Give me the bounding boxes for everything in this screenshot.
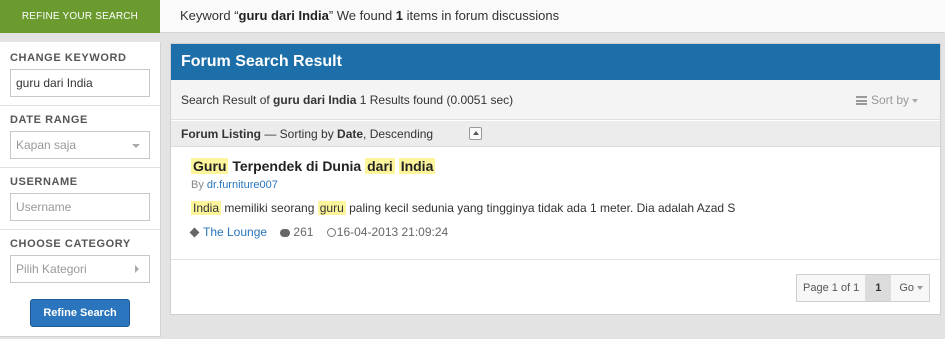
chevron-down-icon — [132, 144, 140, 148]
sort-by-dropdown[interactable]: Sort by — [855, 93, 918, 107]
username-label: USERNAME — [10, 176, 78, 188]
keyword-section: CHANGE KEYWORD guru dari India — [0, 42, 160, 106]
summary-suffix: items in forum discussions — [403, 8, 560, 23]
page-button-current[interactable]: 1 — [866, 275, 891, 301]
forum-listing-bar: Forum Listing — Sorting by Date, Descend… — [171, 121, 940, 147]
author-link[interactable]: dr.furniture007 — [207, 179, 278, 191]
collapse-toggle-icon[interactable] — [469, 127, 482, 140]
snippet-text: paling kecil sedunia yang tingginya tida… — [349, 201, 736, 215]
highlight-term: India — [398, 158, 436, 174]
result-title-link[interactable]: Guru Terpendek di Dunia dari India — [191, 158, 436, 174]
category-select[interactable]: Pilih Kategori — [10, 255, 150, 283]
summary-prefix: Keyword “ — [180, 8, 239, 23]
reply-count: 261 — [293, 225, 314, 239]
result-summary-text: Search Result of guru dari India 1 Resul… — [181, 93, 513, 107]
category-value: Pilih Kategori — [16, 262, 87, 276]
go-to-page-dropdown[interactable]: Go — [890, 275, 929, 301]
username-section: USERNAME Username — [0, 168, 160, 230]
clock-icon — [326, 228, 336, 238]
title-text: Terpendek di Dunia — [232, 158, 362, 174]
summary-count: 1 — [395, 8, 404, 23]
author-prefix: By — [191, 179, 207, 191]
date-meta: 16-04-2013 21:09:24 — [326, 225, 449, 239]
highlight-term: dari — [365, 158, 395, 174]
result-summary-bar: Search Result of guru dari India 1 Resul… — [171, 80, 940, 120]
date-range-section: DATE RANGE Kapan saja — [0, 106, 160, 168]
listing-sort-order: , Descending — [363, 127, 434, 141]
refine-search-button[interactable]: Refine Search — [30, 299, 130, 327]
username-input[interactable]: Username — [10, 193, 150, 221]
chevron-right-icon — [135, 265, 139, 273]
category-label: CHOOSE CATEGORY — [10, 238, 131, 250]
list-item: Guru Terpendek di Dunia dari India By dr… — [171, 148, 940, 260]
result-prefix: Search Result of — [181, 93, 274, 107]
date-range-select[interactable]: Kapan saja — [10, 131, 150, 159]
date-range-value: Kapan saja — [16, 138, 77, 152]
listing-sep: — Sorting by — [261, 127, 338, 141]
refine-search-tab[interactable]: REFINE YOUR SEARCH — [0, 0, 160, 33]
list-icon — [855, 96, 867, 106]
result-keyword: guru dari India — [273, 93, 357, 107]
listing-sort-info: Forum Listing — Sorting by Date, Descend… — [181, 127, 433, 141]
category-link[interactable]: The Lounge — [203, 225, 267, 239]
result-snippet: India memiliki seorang guru paling kecil… — [191, 201, 735, 215]
search-results-panel: Forum Search Result Search Result of gur… — [170, 43, 941, 315]
summary-keyword: guru dari India — [238, 8, 329, 23]
listing-title: Forum Listing — [181, 127, 261, 141]
result-author: By dr.furniture007 — [191, 179, 278, 191]
comment-icon — [280, 228, 291, 237]
category-section: CHOOSE CATEGORY Pilih Kategori — [0, 230, 160, 292]
sort-by-label: Sort by — [870, 93, 909, 107]
page-info: Page 1 of 1 — [797, 275, 867, 301]
chevron-down-icon — [917, 286, 923, 291]
panel-title: Forum Search Result — [171, 44, 940, 80]
go-label: Go — [899, 282, 914, 294]
keyword-label: CHANGE KEYWORD — [10, 52, 127, 64]
snippet-text: memiliki seorang — [224, 201, 315, 215]
category-meta: The Lounge — [189, 225, 267, 239]
listing-sort-field: Date — [337, 127, 364, 141]
chevron-down-icon — [912, 98, 918, 103]
result-count: 1 Results found (0.0051 sec) — [356, 93, 514, 107]
keyword-summary: Keyword “guru dari India” We found 1 ite… — [180, 0, 559, 32]
refine-sidebar: CHANGE KEYWORD guru dari India DATE RANG… — [0, 42, 161, 337]
top-bar: REFINE YOUR SEARCH Keyword “guru dari In… — [0, 0, 945, 33]
summary-middle: ” We found — [328, 8, 396, 23]
date-range-label: DATE RANGE — [10, 114, 88, 126]
result-meta: The Lounge 261 16-04-2013 21:09:24 — [189, 225, 458, 239]
replies-meta: 261 — [280, 225, 313, 239]
post-date: 16-04-2013 21:09:24 — [336, 225, 449, 239]
highlight-term: Guru — [191, 158, 229, 174]
pagination: Page 1 of 1 1 Go — [796, 274, 930, 302]
highlight-term: India — [191, 201, 222, 215]
highlight-term: guru — [317, 201, 346, 215]
keyword-input[interactable]: guru dari India — [10, 69, 150, 97]
tag-icon — [189, 227, 200, 238]
